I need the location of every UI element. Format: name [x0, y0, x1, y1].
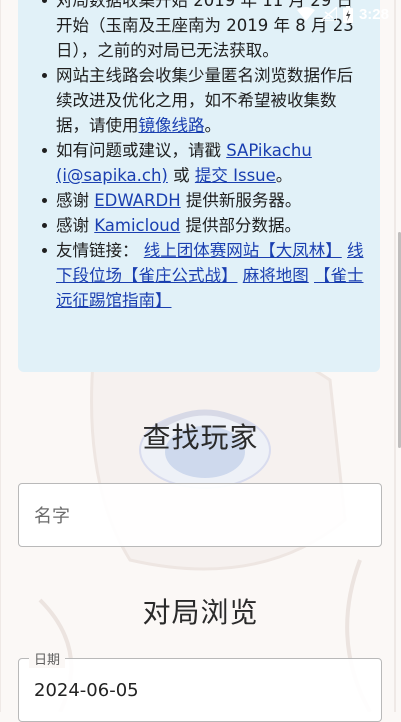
item-text: 提供新服务器。	[180, 191, 302, 210]
signal-icon	[320, 7, 337, 21]
item-text: 。	[275, 166, 293, 185]
find-player-title: 查找玩家	[142, 421, 259, 454]
kamicloud-link[interactable]: Kamicloud	[94, 216, 180, 235]
item-text: 如有问题或建议，请戳	[56, 141, 227, 160]
mirror-link[interactable]: 镜像线路	[139, 116, 205, 135]
team-match-link[interactable]: 线上团体赛网站【大凤林】	[144, 241, 342, 260]
battery-charging-icon	[342, 5, 353, 23]
mahjong-map-link[interactable]: 麻将地图	[243, 266, 309, 285]
status-bar: 3:28	[0, 0, 401, 28]
date-input[interactable]	[34, 676, 371, 704]
game-browse-title: 对局浏览	[142, 596, 259, 629]
name-input[interactable]	[34, 502, 371, 530]
item-text: 感谢	[56, 216, 95, 235]
status-time: 3:28	[358, 5, 389, 23]
announcement-card: 对局数据收集开始 2019 年 11 月 29 日开始（玉南及王座南为 2019…	[18, 0, 380, 372]
list-item: 网站主线路会收集少量匿名浏览数据作后续改进及优化之用，如不希望被收集数据，请使用…	[42, 63, 366, 138]
list-item: 感谢 Kamicloud 提供部分数据。	[42, 213, 366, 238]
list-item: 如有问题或建议，请戳 SAPikachu (i@sapika.ch) 或 提交 …	[42, 138, 366, 188]
submit-issue-link[interactable]: 提交 Issue	[195, 166, 276, 185]
announcement-list: 对局数据收集开始 2019 年 11 月 29 日开始（玉南及王座南为 2019…	[42, 0, 366, 313]
item-text: 或	[167, 166, 195, 185]
item-text: 友情链接：	[56, 241, 139, 260]
item-text: 感谢	[56, 191, 95, 210]
item-text: 提供部分数据。	[180, 216, 301, 235]
edwardh-link[interactable]: EDWARDH	[94, 191, 180, 210]
item-text: 。	[204, 116, 222, 135]
date-field[interactable]: 日期	[18, 649, 382, 722]
list-item: 友情链接： 线上团体赛网站【大凤林】 线下段位场【雀庄公式战】 麻将地图 【雀士…	[42, 238, 366, 313]
wifi-icon	[296, 7, 315, 21]
name-field[interactable]	[18, 483, 382, 547]
list-item: 感谢 EDWARDH 提供新服务器。	[42, 188, 366, 213]
date-label: 日期	[29, 649, 66, 668]
